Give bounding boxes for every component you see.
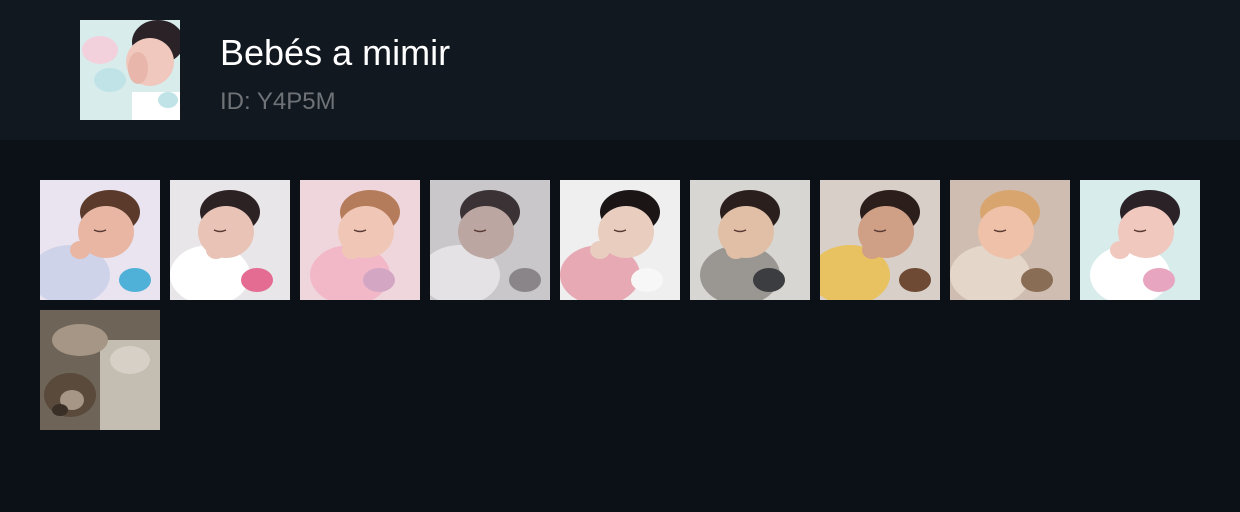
- photo-image: [1080, 180, 1200, 300]
- photo-thumbnail[interactable]: [690, 180, 810, 300]
- photo-thumbnail[interactable]: [300, 180, 420, 300]
- photo-thumbnail[interactable]: [1080, 180, 1200, 300]
- photo-image: [40, 180, 160, 300]
- photo-thumbnail[interactable]: [430, 180, 550, 300]
- photo-thumbnail[interactable]: [820, 180, 940, 300]
- photo-image: [820, 180, 940, 300]
- photo-image: [950, 180, 1070, 300]
- album-header: Bebés a mimir ID: Y4P5M: [0, 0, 1240, 140]
- album-title: Bebés a mimir: [220, 32, 451, 73]
- album-id: ID: Y4P5M: [220, 88, 336, 115]
- photo-image: [170, 180, 290, 300]
- photo-image: [560, 180, 680, 300]
- photo-thumbnail[interactable]: [170, 180, 290, 300]
- photo-image: [690, 180, 810, 300]
- photo-thumbnail[interactable]: [950, 180, 1070, 300]
- photo-thumbnail[interactable]: [40, 180, 160, 300]
- photo-image: [300, 180, 420, 300]
- photo-thumbnail[interactable]: [560, 180, 680, 300]
- photo-image: [40, 310, 160, 430]
- photo-thumbnail[interactable]: [40, 310, 160, 430]
- album-cover-image[interactable]: [80, 20, 180, 120]
- photo-image: [430, 180, 550, 300]
